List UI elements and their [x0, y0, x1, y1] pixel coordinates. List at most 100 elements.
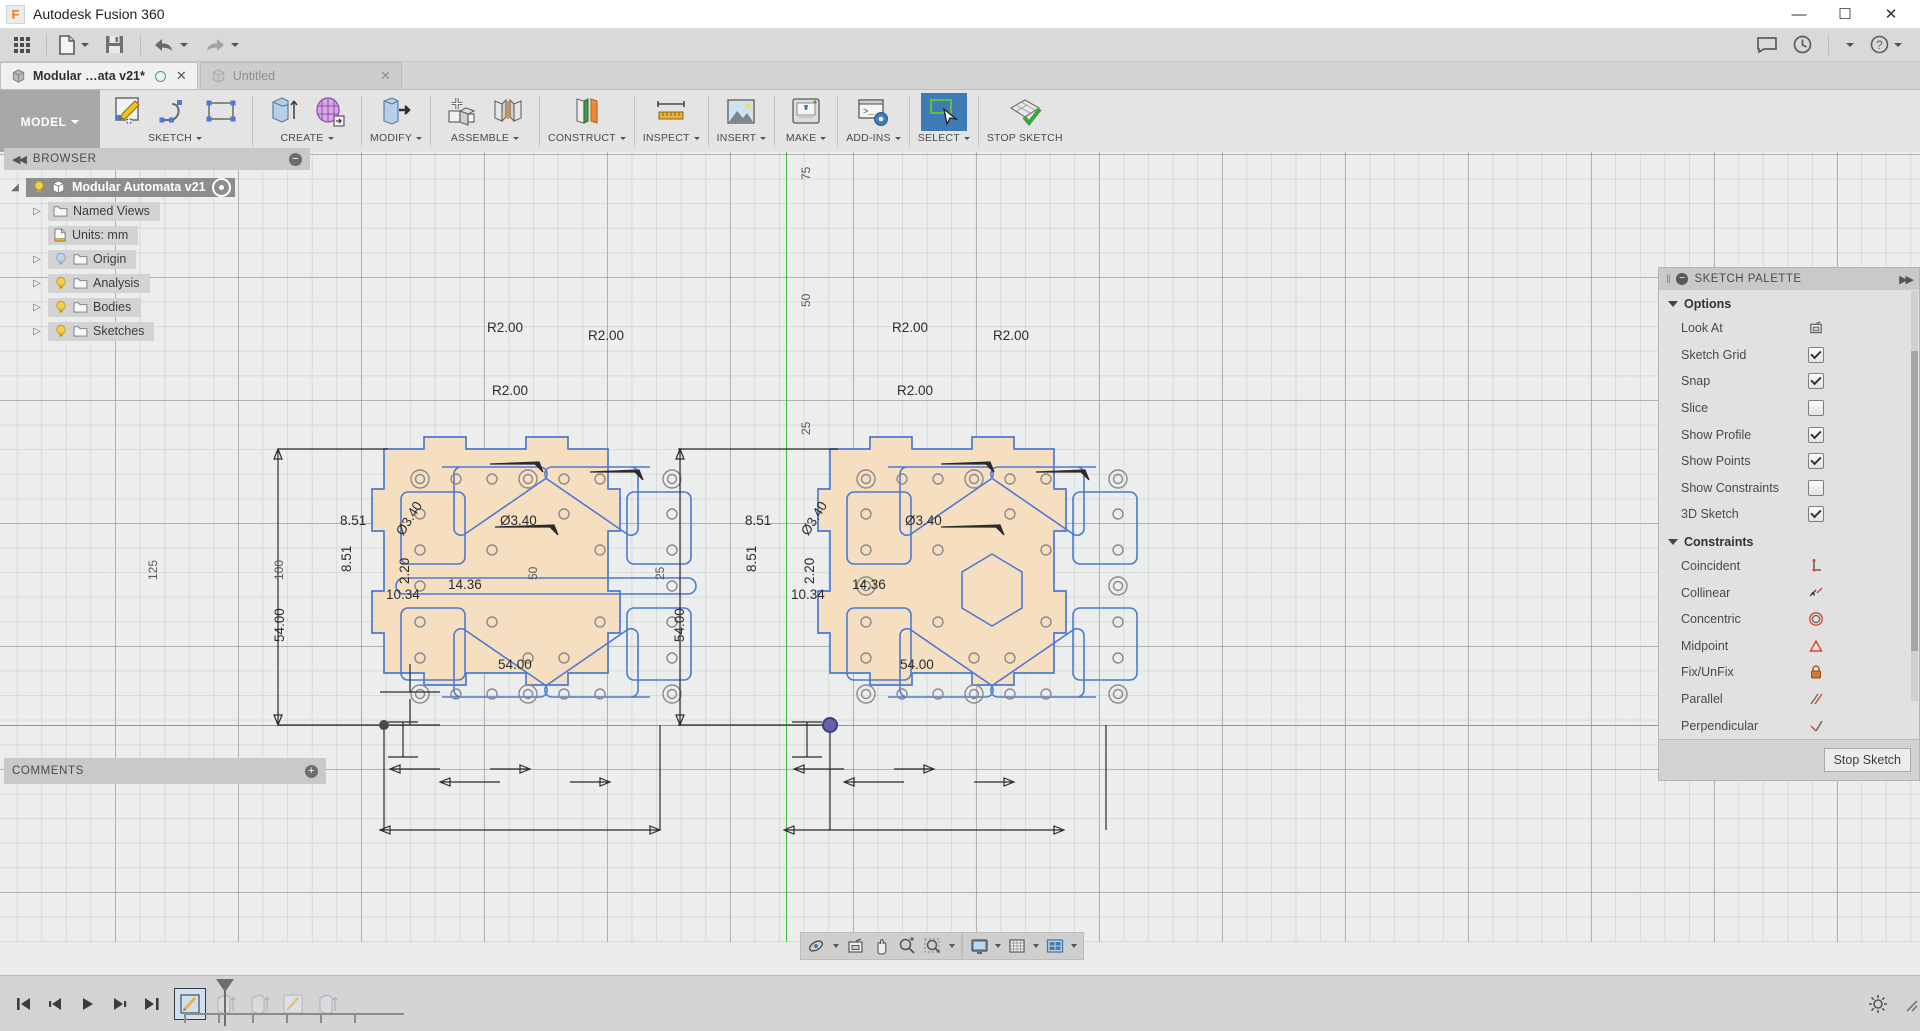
- go-to-beginning-button[interactable]: [8, 989, 40, 1019]
- double-left-arrow-icon[interactable]: ◀◀: [12, 153, 27, 166]
- minus-circle-icon[interactable]: −: [1676, 273, 1689, 285]
- press-pull-button[interactable]: [373, 93, 419, 131]
- visibility-bulb-icon[interactable]: [54, 324, 68, 338]
- ribbon-group-label-select[interactable]: SELECT: [918, 132, 970, 144]
- mesh-create-button[interactable]: [307, 93, 353, 131]
- dim-right-hole-x-offset[interactable]: 8.51: [745, 513, 771, 528]
- dim-right-fillet-radius-top-right[interactable]: R2.00: [993, 328, 1029, 343]
- browser-item-bodies[interactable]: ▷ Bodies: [4, 295, 310, 319]
- scripts-addins-button[interactable]: >_: [850, 93, 896, 131]
- dim-left-hole-x-offset[interactable]: 8.51: [340, 513, 366, 528]
- browser-item-units[interactable]: Units: mm: [4, 223, 310, 247]
- ribbon-group-label-construct[interactable]: CONSTRUCT: [548, 132, 626, 144]
- dim-left-second-spacing[interactable]: 14.36: [448, 577, 482, 592]
- grid-snap-button[interactable]: [1004, 934, 1030, 958]
- browser-item-sketches[interactable]: ▷ Sketches: [4, 319, 310, 343]
- redo-button[interactable]: [198, 31, 245, 58]
- show-points-checkbox[interactable]: [1808, 453, 1824, 470]
- play-button[interactable]: [72, 989, 104, 1019]
- perpendicular-constraint-icon[interactable]: [1808, 718, 1824, 734]
- stop-sketch-button[interactable]: [1002, 93, 1048, 131]
- parallel-constraint-icon[interactable]: [1808, 691, 1824, 707]
- look-at-icon[interactable]: [1808, 321, 1824, 336]
- snap-checkbox[interactable]: [1808, 373, 1824, 390]
- dim-right-overall-width[interactable]: 54.00: [900, 657, 934, 672]
- dim-right-fillet-radius-mid[interactable]: R2.00: [897, 383, 933, 398]
- workspace-switcher-button[interactable]: MODEL: [0, 90, 100, 153]
- doc-tab-active[interactable]: Modular …ata v21* ✕: [0, 62, 198, 89]
- close-button[interactable]: ✕: [1868, 0, 1914, 28]
- show-constraints-checkbox[interactable]: [1808, 479, 1824, 496]
- dim-left-fillet-radius-top-right[interactable]: R2.00: [588, 328, 624, 343]
- collinear-constraint-icon[interactable]: [1808, 585, 1824, 601]
- browser-item-analysis[interactable]: ▷ Analysis: [4, 271, 310, 295]
- joint-button[interactable]: [485, 93, 531, 131]
- grid-dropdown-caret-icon[interactable]: [1033, 944, 1039, 948]
- select-window-button[interactable]: [920, 93, 967, 131]
- expand-triangle-icon[interactable]: ▷: [26, 278, 48, 289]
- double-right-arrow-icon[interactable]: ▶▶: [1899, 273, 1914, 286]
- undo-dropdown-caret-icon[interactable]: [180, 42, 188, 47]
- concentric-constraint-icon[interactable]: [1808, 611, 1824, 627]
- zoom-button[interactable]: [894, 934, 920, 958]
- measure-button[interactable]: [648, 93, 694, 131]
- save-button[interactable]: [99, 31, 130, 58]
- doc-tab-close-icon[interactable]: ✕: [176, 68, 187, 84]
- plus-circle-icon[interactable]: +: [305, 764, 318, 778]
- dim-right-edge-offset[interactable]: 2.20: [802, 558, 817, 584]
- help-button[interactable]: ?: [1864, 31, 1908, 58]
- ribbon-group-label-create[interactable]: CREATE: [280, 132, 334, 144]
- apps-grid-button[interactable]: [8, 31, 36, 58]
- line-button[interactable]: [152, 93, 198, 131]
- undo-button[interactable]: [147, 31, 194, 58]
- palette-row-show-profile[interactable]: Show Profile: [1659, 421, 1919, 448]
- viewports-dropdown-caret-icon[interactable]: [1071, 944, 1077, 948]
- ribbon-group-label-addins[interactable]: ADD-INS: [846, 132, 901, 144]
- zoom-window-button[interactable]: [920, 934, 946, 958]
- visibility-bulb-icon[interactable]: [32, 180, 46, 194]
- dim-left-overall-width[interactable]: 54.00: [498, 657, 532, 672]
- browser-item-named-views[interactable]: ▷ Named Views: [4, 199, 310, 223]
- visibility-bulb-icon[interactable]: [54, 300, 68, 314]
- redo-dropdown-caret-icon[interactable]: [231, 42, 239, 47]
- ribbon-group-label-inspect[interactable]: INSPECT: [643, 132, 700, 144]
- minimize-button[interactable]: —: [1776, 0, 1822, 28]
- browser-item-origin[interactable]: ▷ Origin: [4, 247, 310, 271]
- orbit-dropdown-caret-icon[interactable]: [833, 944, 839, 948]
- palette-row-fix-unfix[interactable]: Fix/UnFix: [1659, 659, 1919, 686]
- coincident-constraint-icon[interactable]: [1808, 558, 1824, 574]
- palette-row-parallel[interactable]: Parallel: [1659, 686, 1919, 713]
- dim-left-fillet-radius-top[interactable]: R2.00: [487, 320, 523, 335]
- timeline-feature-strip[interactable]: [174, 978, 404, 1026]
- dim-left-fillet-radius-mid[interactable]: R2.00: [492, 383, 528, 398]
- 3d-print-button[interactable]: [783, 93, 829, 131]
- step-forward-button[interactable]: [104, 989, 136, 1019]
- expand-triangle-icon[interactable]: ▷: [26, 206, 48, 217]
- sketch-grid-checkbox[interactable]: [1808, 346, 1824, 363]
- visibility-bulb-icon[interactable]: [54, 252, 68, 266]
- ribbon-group-label-assemble[interactable]: ASSEMBLE: [451, 132, 520, 144]
- expand-triangle-icon[interactable]: ▷: [26, 326, 48, 337]
- extrude-button[interactable]: [261, 93, 307, 131]
- palette-row-3d-sketch[interactable]: 3D Sketch: [1659, 501, 1919, 528]
- palette-row-coincident[interactable]: Coincident: [1659, 553, 1919, 580]
- show-profile-checkbox[interactable]: [1808, 426, 1824, 443]
- minus-circle-icon[interactable]: −: [289, 152, 302, 166]
- slice-checkbox[interactable]: [1808, 400, 1824, 417]
- create-sketch-button[interactable]: [106, 93, 152, 131]
- stop-sketch-footer-button[interactable]: Stop Sketch: [1823, 747, 1911, 772]
- timeline-settings-button[interactable]: [1868, 994, 1888, 1014]
- visibility-bulb-icon[interactable]: [54, 276, 68, 290]
- look-at-nav-button[interactable]: [842, 934, 868, 958]
- toolbar-overflow-button[interactable]: [1835, 31, 1860, 58]
- dim-right-second-spacing[interactable]: 14.36: [852, 577, 886, 592]
- expand-triangle-icon[interactable]: ▷: [26, 254, 48, 265]
- palette-row-snap[interactable]: Snap: [1659, 368, 1919, 395]
- comments-panel-header[interactable]: COMMENTS +: [4, 758, 326, 784]
- orbit-button[interactable]: [804, 934, 830, 958]
- help-dropdown-caret-icon[interactable]: [1894, 42, 1902, 47]
- palette-row-slice[interactable]: Slice: [1659, 395, 1919, 422]
- new-file-button[interactable]: [53, 31, 95, 58]
- palette-row-show-constraints[interactable]: Show Constraints: [1659, 475, 1919, 502]
- expand-triangle-icon[interactable]: ◢: [4, 182, 26, 193]
